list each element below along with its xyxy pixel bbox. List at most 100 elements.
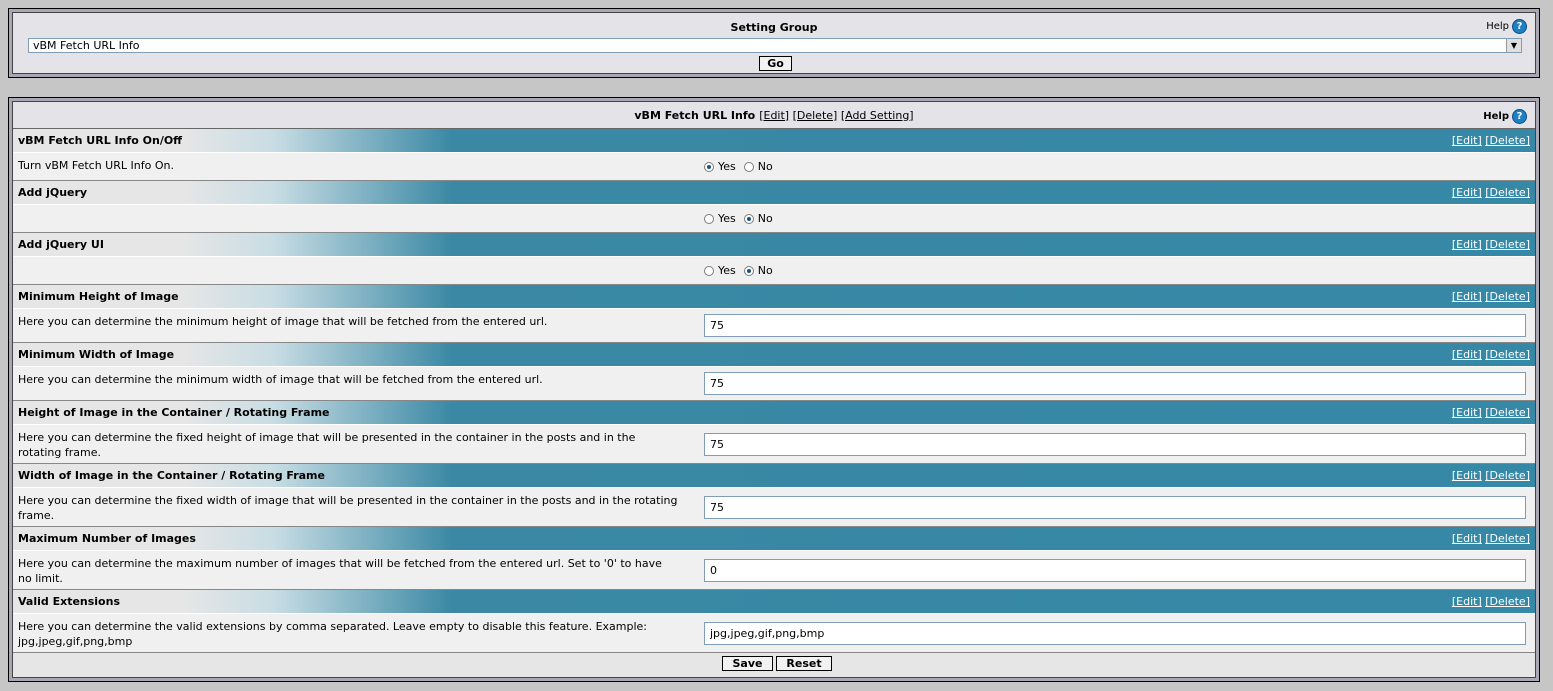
setting-group-title: Setting Group [730,21,818,34]
setting-group-body: Setting Group Help ? vBM Fetch URL Info … [12,12,1536,74]
edit-setting-link[interactable]: [Edit] [1452,290,1482,303]
edit-setting-link[interactable]: [Edit] [1452,238,1482,251]
delete-setting-link[interactable]: [Delete] [1485,290,1530,303]
edit-setting-link[interactable]: [Edit] [1452,134,1482,147]
setting-header: Width of Image in the Container / Rotati… [13,464,1535,488]
setting-group-select[interactable]: vBM Fetch URL Info ▼ [28,38,1522,53]
radio-label: Yes [718,212,736,225]
delete-setting-link[interactable]: [Delete] [1485,134,1530,147]
edit-setting-link[interactable]: [Edit] [1452,532,1482,545]
settings-panel-header: vBM Fetch URL Info [Edit] [Delete] [Add … [13,102,1535,129]
settings-footer: Save Reset [13,653,1535,675]
setting-header: Maximum Number of Images [Edit] [Delete] [13,527,1535,551]
radio-yes[interactable]: Yes [704,264,736,277]
go-button[interactable]: Go [759,56,792,71]
delete-setting-link[interactable]: [Delete] [1485,238,1530,251]
setting-row: Here you can determine the valid extensi… [13,614,1535,653]
delete-setting-link[interactable]: [Delete] [1485,595,1530,608]
setting-input[interactable]: jpg,jpeg,gif,png,bmp [704,621,1526,645]
radio-label: No [757,212,773,225]
delete-setting-link[interactable]: [Delete] [1485,348,1530,361]
setting-links: [Edit] [Delete] [1452,186,1535,199]
setting-input[interactable]: 75 [704,495,1526,519]
setting-links: [Edit] [Delete] [1452,595,1535,608]
setting-title: Add jQuery [18,186,88,199]
delete-setting-link[interactable]: [Delete] [1485,406,1530,419]
setting-title: Add jQuery UI [18,238,104,251]
radio-button[interactable] [743,161,754,172]
setting-group-help[interactable]: Help ? [1486,19,1527,34]
setting-group-panel: Setting Group Help ? vBM Fetch URL Info … [8,8,1540,78]
setting-title: Maximum Number of Images [18,532,196,545]
add-setting-link[interactable]: [Add Setting] [841,109,914,122]
help-label[interactable]: Help [1483,111,1509,122]
setting-row: Here you can determine the fixed height … [13,425,1535,464]
setting-header: Minimum Width of Image [Edit] [Delete] [13,343,1535,367]
setting-row: Here you can determine the minimum heigh… [13,309,1535,343]
delete-setting-link[interactable]: [Delete] [1485,186,1530,199]
setting-header: Valid Extensions [Edit] [Delete] [13,590,1535,614]
setting-header: Height of Image in the Container / Rotat… [13,401,1535,425]
setting-group-select-value: vBM Fetch URL Info [33,39,140,52]
setting-row: Here you can determine the fixed width o… [13,488,1535,527]
setting-header: vBM Fetch URL Info On/Off [Edit] [Delete] [13,129,1535,153]
radio-button[interactable] [704,213,714,224]
setting-control: 75 [704,488,1526,526]
radio-button[interactable] [743,213,754,224]
radio-label: Yes [718,264,736,277]
setting-header: Add jQuery UI [Edit] [Delete] [13,233,1535,257]
setting-header: Minimum Height of Image [Edit] [Delete] [13,285,1535,309]
radio-button[interactable] [743,265,754,276]
setting-links: [Edit] [Delete] [1452,134,1535,147]
radio-no[interactable]: No [743,264,773,277]
radio-yes[interactable]: Yes [704,160,736,173]
setting-input[interactable]: 75 [704,432,1526,456]
settings-body: vBM Fetch URL Info [Edit] [Delete] [Add … [12,101,1536,678]
setting-description: Here you can determine the minimum heigh… [18,315,548,328]
radio-button[interactable] [704,265,714,276]
edit-setting-link[interactable]: [Edit] [1452,186,1482,199]
setting-control: 75 [704,367,1526,400]
edit-group-link[interactable]: [Edit] [759,109,789,122]
edit-setting-link[interactable]: [Edit] [1452,348,1482,361]
help-icon[interactable]: ? [1512,19,1527,34]
reset-button[interactable]: Reset [776,656,832,671]
edit-setting-link[interactable]: [Edit] [1452,469,1482,482]
setting-input[interactable]: 0 [704,558,1526,582]
radio-yes[interactable]: Yes [704,212,736,225]
setting-links: [Edit] [Delete] [1452,532,1535,545]
setting-title: Width of Image in the Container / Rotati… [18,469,325,482]
radio-button[interactable] [704,161,714,172]
help-icon[interactable]: ? [1512,109,1527,124]
delete-setting-link[interactable]: [Delete] [1485,532,1530,545]
delete-setting-link[interactable]: [Delete] [1485,469,1530,482]
setting-links: [Edit] [Delete] [1452,290,1535,303]
delete-group-link[interactable]: [Delete] [793,109,838,122]
settings-panel-help[interactable]: Help ? [1483,109,1527,124]
setting-links: [Edit] [Delete] [1452,238,1535,251]
radio-no[interactable]: No [743,160,773,173]
setting-description: Here you can determine the fixed height … [18,431,636,459]
setting-description: Here you can determine the valid extensi… [18,620,647,648]
chevron-down-icon[interactable]: ▼ [1506,39,1521,52]
setting-row: Turn vBM Fetch URL Info On. Yes No [13,153,1535,181]
setting-control: Yes No [704,153,781,180]
edit-setting-link[interactable]: [Edit] [1452,595,1482,608]
edit-setting-link[interactable]: [Edit] [1452,406,1482,419]
radio-label: Yes [718,160,736,173]
setting-row: Yes No [13,257,1535,285]
radio-no[interactable]: No [743,212,773,225]
setting-row: Here you can determine the maximum numbe… [13,551,1535,590]
setting-links: [Edit] [Delete] [1452,469,1535,482]
setting-title: Minimum Height of Image [18,290,179,303]
setting-control: 75 [704,309,1526,342]
help-label[interactable]: Help [1486,21,1509,32]
radio-label: No [757,264,773,277]
setting-input[interactable]: 75 [704,372,1526,395]
settings-panel-links: [Edit] [Delete] [Add Setting] [759,109,913,122]
setting-input[interactable]: 75 [704,314,1526,337]
save-button[interactable]: Save [722,656,773,671]
setting-row: Here you can determine the minimum width… [13,367,1535,401]
setting-description: Here you can determine the fixed width o… [18,494,678,522]
setting-header: Add jQuery [Edit] [Delete] [13,181,1535,205]
